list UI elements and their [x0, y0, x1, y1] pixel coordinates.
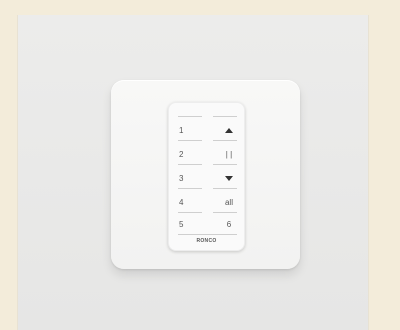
key-label: 3	[179, 173, 184, 183]
separator-line	[178, 140, 202, 141]
separator-line	[213, 140, 237, 141]
pause-button[interactable]: | |	[213, 146, 245, 162]
up-button[interactable]	[213, 122, 245, 138]
key-label: 1	[179, 125, 184, 135]
key-label: 2	[179, 149, 184, 159]
down-arrow-icon	[225, 175, 233, 181]
key-label: 4	[179, 197, 184, 207]
separator-line	[178, 234, 237, 235]
separator-line	[178, 212, 202, 213]
key-1[interactable]: 1	[178, 122, 211, 138]
key-label: 5	[179, 219, 184, 229]
separator-line	[213, 188, 237, 189]
separator-line	[213, 164, 237, 165]
separator-line	[178, 188, 202, 189]
brand-logo: RONCO	[196, 238, 217, 244]
separator-line	[178, 116, 202, 117]
remote-control: 1 2 3 4 5 | | all 6 RONCO	[168, 102, 245, 251]
separator-line	[213, 212, 237, 213]
key-4[interactable]: 4	[178, 194, 211, 210]
all-label: all	[224, 197, 233, 207]
separator-line	[178, 164, 202, 165]
pause-label: | |	[225, 149, 233, 159]
key-2[interactable]: 2	[178, 146, 211, 162]
separator-line	[213, 116, 237, 117]
down-button[interactable]	[213, 170, 245, 186]
key-5[interactable]: 5	[178, 216, 211, 232]
key-3[interactable]: 3	[178, 170, 211, 186]
up-arrow-icon	[225, 127, 233, 133]
key-6[interactable]: 6	[213, 216, 245, 232]
all-button[interactable]: all	[213, 194, 245, 210]
key-label: 6	[226, 219, 232, 229]
